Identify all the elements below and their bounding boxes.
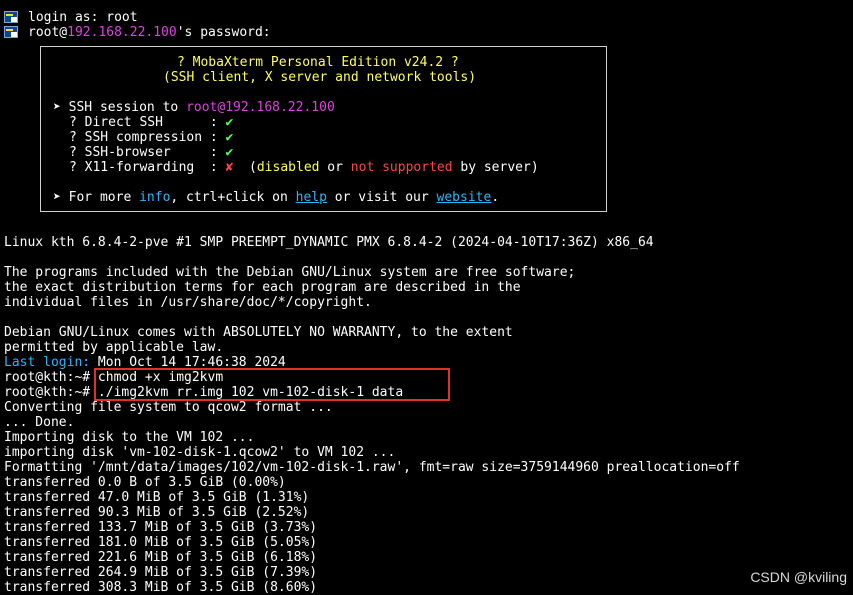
website-link[interactable]: website [437,190,492,205]
motd-line: the exact distribution terms for each pr… [4,280,521,295]
mobaxterm-banner: ? MobaXterm Personal Edition v24.2 ? (SS… [40,46,607,212]
session-target: root@192.168.22.100 [186,100,335,115]
motd-line: permitted by applicable law. [4,340,224,355]
putty-key-icon [4,26,18,38]
feature-ssh-compression: ? SSH compression : ✔ [69,130,233,145]
log-line: transferred 221.6 MiB of 3.5 GiB (6.18%) [4,550,318,565]
shell-prompt: root@kth:~# [4,370,98,385]
feature-label: ? Direct SSH : [69,115,218,130]
log-line: transferred 308.3 MiB of 3.5 GiB (8.60%) [4,580,318,595]
log-line: Formatting '/mnt/data/images/102/vm-102-… [4,460,740,475]
log-line: transferred 133.7 MiB of 3.5 GiB (3.73%) [4,520,318,535]
info-prefix: ➤ For more [53,190,140,205]
info-end: . [491,190,500,205]
x11-not-supported: not supported [350,160,453,175]
log-line: transferred 181.0 MiB of 3.5 GiB (5.05%) [4,535,318,550]
x11-open: ( [249,160,257,175]
shell-prompt: root@kth:~# [4,385,98,400]
password-host: 192.168.22.100 [67,25,177,40]
log-line: importing disk 'vm-102-disk-1.qcow2' to … [4,445,396,460]
feature-label: ? SSH compression : [69,130,218,145]
check-icon: ✔ [225,130,234,145]
feature-direct-ssh: ? Direct SSH : ✔ [69,115,233,130]
check-icon: ✔ [225,115,234,130]
motd-line: Debian GNU/Linux comes with ABSOLUTELY N… [4,325,513,340]
feature-x11-forwarding: ? X11-forwarding : ✘ (disabled or not su… [69,160,539,175]
putty-key-icon [4,11,18,23]
cross-icon: ✘ [225,160,234,175]
login-prompt: login as: root [28,10,138,25]
log-line: transferred 90.3 MiB of 3.5 GiB (2.52%) [4,505,310,520]
log-line: Converting file system to qcow2 format .… [4,400,333,415]
password-user: root@ [28,25,68,40]
session-prefix: ➤ SSH session to [53,100,187,115]
password-prompt: root@192.168.22.100's password: [28,25,271,40]
log-line: Importing disk to the VM 102 ... [4,430,255,445]
uname-line: Linux kth 6.8.4-2-pve #1 SMP PREEMPT_DYN… [4,235,654,250]
watermark: CSDN @kviling [750,569,847,585]
info-mid2: or visit our [326,190,437,205]
log-line: transferred 264.9 MiB of 3.5 GiB (7.39%) [4,565,318,580]
check-icon: ✔ [225,145,234,160]
help-link[interactable]: help [296,190,327,205]
ssh-session-line: ➤ SSH session to root@192.168.22.100 [53,100,335,115]
feature-label: ? SSH-browser : [69,145,218,160]
log-line: transferred 47.0 MiB of 3.5 GiB (1.31%) [4,490,310,505]
x11-or: or [319,160,351,175]
banner-title: ? MobaXterm Personal Edition v24.2 ? [177,55,459,70]
more-info-line: ➤ For more info, ctrl+click on help or v… [53,190,499,205]
feature-label: ? X11-forwarding : [69,160,218,175]
log-line: transferred 0.0 B of 3.5 GiB (0.00%) [4,475,286,490]
info-mid: , ctrl+click on [170,190,296,205]
info-word: info [139,190,171,205]
motd-line: The programs included with the Debian GN… [4,265,576,280]
banner-subtitle: (SSH client, X server and network tools) [163,70,477,85]
log-line: ... Done. [4,415,75,430]
x11-by-server: by server) [452,160,539,175]
x11-disabled: disabled [256,160,320,175]
motd-line: individual files in /usr/share/doc/*/cop… [4,295,372,310]
last-login-label: Last login: [4,355,91,370]
command-highlight-box [94,368,450,401]
feature-ssh-browser: ? SSH-browser : ✔ [69,145,233,160]
password-suffix: 's password: [176,25,271,40]
